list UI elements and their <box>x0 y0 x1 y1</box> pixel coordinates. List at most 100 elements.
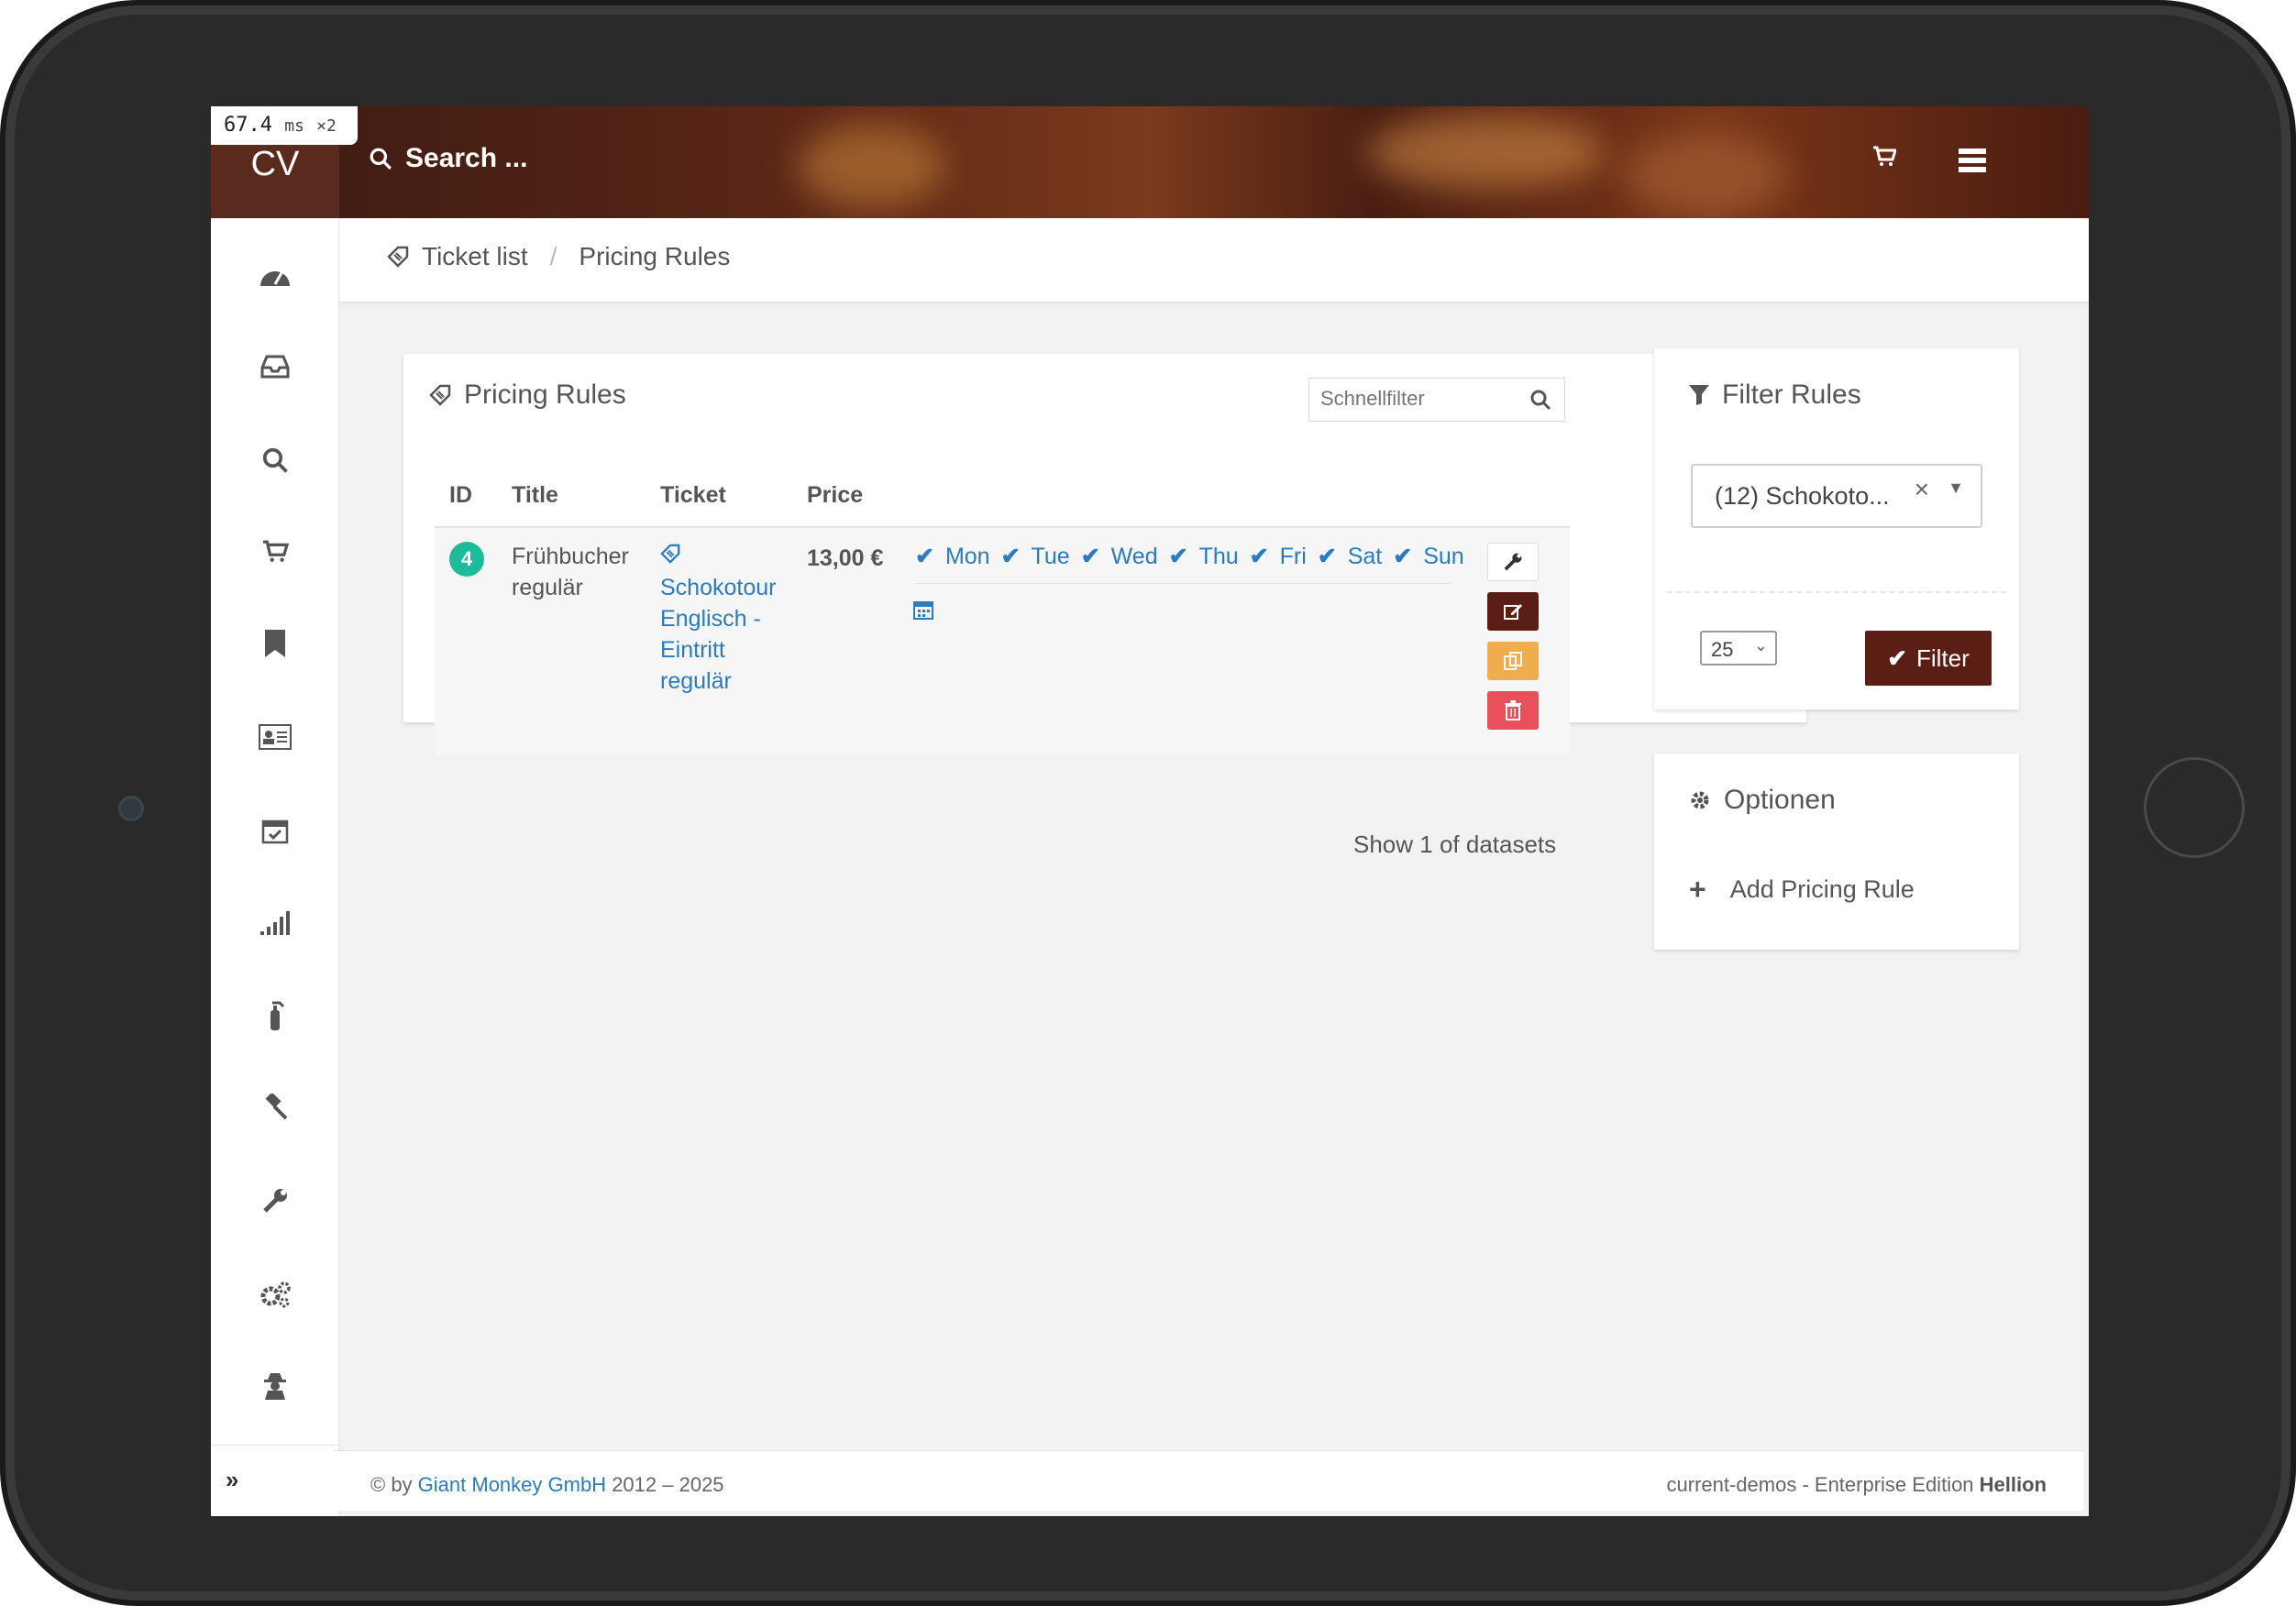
home-button[interactable] <box>2144 757 2245 858</box>
breadcrumb-pricing-rules: Pricing Rules <box>579 242 731 270</box>
check-icon: ✔ <box>1317 544 1337 569</box>
sidebar-footer: » <box>211 1445 339 1516</box>
filter-rules-title-text: Filter Rules <box>1722 380 1861 410</box>
edition-text: current-demos - Enterprise Edition <box>1666 1473 1980 1496</box>
per-page-select[interactable]: 25 ⌄ <box>1700 631 1777 666</box>
clear-icon[interactable]: × <box>1915 475 1929 504</box>
bookmark-icon[interactable] <box>255 623 295 664</box>
top-header: CV Search ... <box>211 106 2089 218</box>
calendar-icon <box>913 600 933 624</box>
col-header-price[interactable]: Price <box>807 482 863 509</box>
search-nav-icon[interactable] <box>255 440 295 480</box>
ticket-select[interactable]: (12) Schokoto... × ▼ <box>1691 464 1982 528</box>
rule-title: Frühbucher regulär <box>512 541 629 603</box>
id-badge: 4 <box>449 542 484 577</box>
options-title-text: Optionen <box>1724 785 1836 815</box>
wrench-icon <box>1504 553 1522 571</box>
search-icon[interactable] <box>1529 389 1551 411</box>
weekday-thu: Thu <box>1198 543 1239 569</box>
col-header-title[interactable]: Title <box>512 482 558 509</box>
filter-icon <box>1689 385 1709 405</box>
chevron-down-icon: ⌄ <box>1753 636 1768 654</box>
breadcrumb: Ticket list / Pricing Rules <box>387 242 730 271</box>
options-panel <box>1654 754 2019 950</box>
wrench-icon[interactable] <box>255 1181 295 1221</box>
perf-mult: ×2 <box>316 116 337 136</box>
ticket-select-value: (12) Schokoto... <box>1715 482 1890 510</box>
edit-button[interactable] <box>1487 592 1539 631</box>
settings-button[interactable] <box>1487 543 1539 581</box>
inbox-icon[interactable] <box>255 346 295 387</box>
gear-icon <box>1691 791 1709 809</box>
pricing-rules-title: Pricing Rules <box>429 380 626 411</box>
list-menu-icon[interactable] <box>1959 148 1986 179</box>
sidebar: » <box>211 218 339 1516</box>
dashboard-icon[interactable] <box>255 255 295 295</box>
footer-years: 2012 – 2025 <box>606 1473 724 1496</box>
copy-button[interactable] <box>1487 642 1539 680</box>
perf-value: 67.4 <box>224 114 272 137</box>
breadcrumb-bar: Ticket list / Pricing Rules <box>339 218 2089 302</box>
check-icon: ✔ <box>1000 544 1021 569</box>
perf-unit: ms <box>284 116 304 136</box>
ticket-icon <box>387 246 409 268</box>
check-icon: ✔ <box>1887 644 1907 672</box>
pricing-rules-title-text: Pricing Rules <box>464 380 626 410</box>
breadcrumb-separator: / <box>549 242 557 270</box>
dataset-count: Show 1 of datasets <box>1353 830 1557 858</box>
header-search[interactable]: Search ... <box>369 143 527 174</box>
weekday-divider <box>915 583 1451 584</box>
ticket-link[interactable]: Schokotour Englisch - Eintritt regulär <box>660 541 776 697</box>
edition-name: Hellion <box>1979 1473 2047 1496</box>
search-icon <box>370 148 392 170</box>
id-card-icon[interactable] <box>255 717 295 757</box>
check-icon: ✔ <box>915 544 934 569</box>
delete-button[interactable] <box>1487 691 1539 730</box>
fire-extinguisher-icon[interactable] <box>255 996 295 1036</box>
quickfilter-box[interactable] <box>1308 378 1565 422</box>
gavel-icon[interactable] <box>255 1087 295 1128</box>
plus-icon: + <box>1689 873 1706 906</box>
rule-title-line2: regulär <box>512 575 583 600</box>
ticket-icon <box>660 544 680 564</box>
col-header-ticket[interactable]: Ticket <box>660 482 726 509</box>
cogs-icon[interactable] <box>255 1274 295 1314</box>
ticket-line: Eintritt <box>660 637 725 663</box>
signal-icon[interactable] <box>255 902 295 942</box>
quickfilter-input[interactable] <box>1309 379 1511 419</box>
per-page-value: 25 <box>1711 638 1734 661</box>
add-pricing-rule-label: Add Pricing Rule <box>1729 875 1915 903</box>
search-label: Search ... <box>405 143 528 173</box>
edit-icon <box>1504 604 1522 620</box>
weekday-sun: Sun <box>1423 543 1464 569</box>
chevron-down-icon[interactable]: ▼ <box>1948 478 1964 498</box>
page-footer: © by Giant Monkey GmbH 2012 – 2025 curre… <box>334 1450 2083 1511</box>
camera-icon <box>118 796 144 821</box>
weekday-list: ✔ Mon ✔ Tue ✔ Wed ✔ Thu ✔ Fri ✔ Sat ✔ Sun <box>915 543 1464 570</box>
filter-divider <box>1667 591 2006 593</box>
options-title: Optionen <box>1689 785 1836 816</box>
weekday-sat: Sat <box>1347 543 1383 569</box>
cart-icon[interactable] <box>255 532 295 572</box>
perf-badge: 67.4 ms ×2 <box>211 106 358 145</box>
weekday-fri: Fri <box>1279 543 1307 569</box>
filter-button-label: Filter <box>1916 644 1970 672</box>
copy-icon <box>1504 652 1522 670</box>
user-secret-icon[interactable] <box>255 1366 295 1406</box>
double-chevron-right-icon[interactable]: » <box>226 1466 238 1494</box>
add-pricing-rule-link[interactable]: + Add Pricing Rule <box>1689 873 1915 907</box>
shopping-cart-icon[interactable] <box>1872 145 1898 174</box>
filter-rules-title: Filter Rules <box>1689 380 1861 411</box>
check-icon: ✔ <box>1080 544 1100 569</box>
calendar-check-icon[interactable] <box>255 810 295 851</box>
ticket-icon <box>429 384 451 406</box>
col-header-id[interactable]: ID <box>449 482 472 509</box>
filter-button[interactable]: ✔ Filter <box>1865 631 1992 686</box>
company-link[interactable]: Giant Monkey GmbH <box>418 1473 606 1496</box>
breadcrumb-ticket-list[interactable]: Ticket list <box>422 242 528 271</box>
check-icon: ✔ <box>1168 544 1188 569</box>
rule-price: 13,00 € <box>807 545 884 571</box>
weekday-tue: Tue <box>1031 543 1070 569</box>
ticket-line: regulär <box>660 668 732 694</box>
footer-left: © by Giant Monkey GmbH 2012 – 2025 <box>370 1473 724 1497</box>
